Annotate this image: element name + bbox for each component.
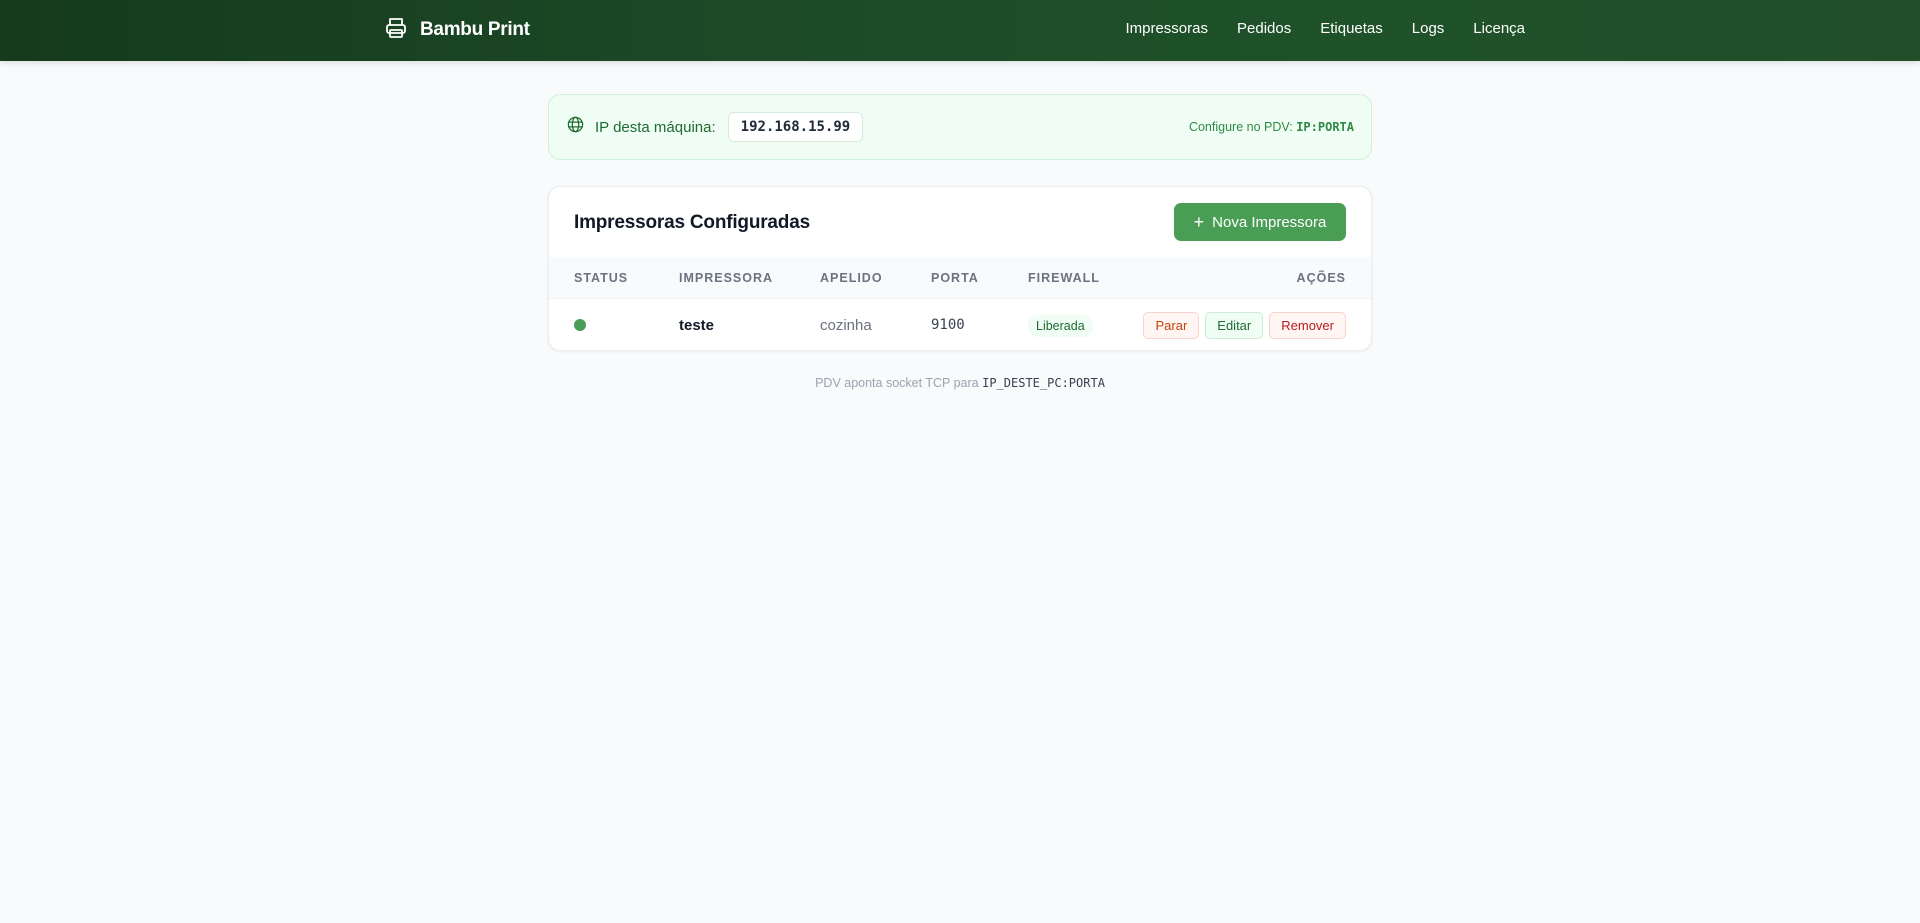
nav-etiquetas[interactable]: Etiquetas xyxy=(1320,20,1383,37)
table-row: teste cozinha 9100 Liberada Parar Editar… xyxy=(549,299,1371,350)
new-printer-button[interactable]: + Nova Impressora xyxy=(1174,203,1346,241)
brand[interactable]: Bambu Print xyxy=(384,16,530,44)
card-title: Impressoras Configuradas xyxy=(574,212,810,233)
footer-code: IP_DESTE_PC:PORTA xyxy=(982,376,1105,390)
column-port: PORTA xyxy=(931,271,979,285)
nav-impressoras[interactable]: Impressoras xyxy=(1125,20,1208,37)
column-actions: AÇÕES xyxy=(1296,271,1346,285)
new-printer-label: Nova Impressora xyxy=(1212,213,1327,231)
nav-pedidos[interactable]: Pedidos xyxy=(1237,20,1291,37)
top-navbar: Bambu Print Impressoras Pedidos Etiqueta… xyxy=(0,0,1920,61)
remove-button[interactable]: Remover xyxy=(1269,312,1346,339)
column-printer: IMPRESSORA xyxy=(679,271,774,285)
nav-licenca[interactable]: Licença xyxy=(1473,20,1525,37)
plus-icon: + xyxy=(1193,212,1205,232)
row-actions: Parar Editar Remover xyxy=(1143,312,1346,339)
globe-icon xyxy=(566,115,595,139)
ip-hint-text: Configure no PDV: xyxy=(1188,120,1293,134)
table-header: STATUS IMPRESSORA APELIDO PORTA FIREWALL… xyxy=(549,257,1371,299)
ip-value[interactable]: 192.168.15.99 xyxy=(727,112,864,142)
ip-label: IP desta máquina: xyxy=(595,118,716,136)
footer-note: PDV aponta socket TCP para IP_DESTE_PC:P… xyxy=(0,376,1920,390)
footer-text: PDV aponta socket TCP para xyxy=(815,376,979,390)
nav-logs[interactable]: Logs xyxy=(1412,20,1445,37)
printer-alias: cozinha xyxy=(820,317,872,334)
column-alias: APELIDO xyxy=(820,271,883,285)
main-nav: Impressoras Pedidos Etiquetas Logs Licen… xyxy=(1125,20,1525,37)
status-online-indicator xyxy=(574,319,586,331)
ip-hint-code: IP:PORTA xyxy=(1296,120,1354,134)
column-firewall: FIREWALL xyxy=(1028,271,1100,285)
printer-port: 9100 xyxy=(931,317,965,333)
column-status: STATUS xyxy=(574,271,629,285)
printers-card: Impressoras Configuradas + Nova Impresso… xyxy=(548,186,1372,351)
brand-name: Bambu Print xyxy=(420,19,530,40)
printer-icon xyxy=(384,16,408,45)
machine-ip-panel: IP desta máquina: 192.168.15.99 Configur… xyxy=(548,94,1372,160)
edit-button[interactable]: Editar xyxy=(1205,312,1264,339)
ip-config-hint: Configure no PDV: IP:PORTA xyxy=(1189,120,1354,134)
firewall-status-badge: Liberada xyxy=(1028,315,1093,337)
printer-name: teste xyxy=(679,317,715,334)
stop-button[interactable]: Parar xyxy=(1143,312,1200,339)
